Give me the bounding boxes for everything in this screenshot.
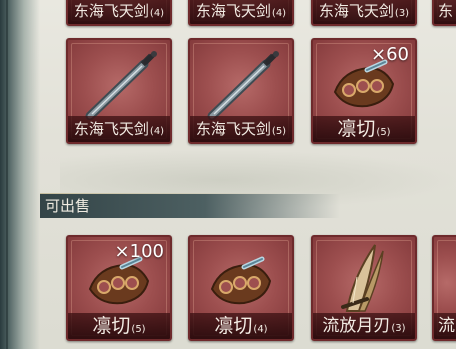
section-title: 可出售 <box>45 197 91 215</box>
item-name: 东 <box>434 0 456 24</box>
item-quantity: ×100 <box>114 241 164 262</box>
item-card[interactable]: 流放月刃(3) <box>311 235 417 341</box>
item-quantity: ×60 <box>371 44 409 65</box>
item-card[interactable]: 东 <box>432 0 456 26</box>
item-name: 东海飞天剑(5) <box>190 116 292 142</box>
sword-icon <box>207 51 279 120</box>
item-name: 流放月刃(3) <box>313 313 415 339</box>
item-name: 凛切(5) <box>313 116 415 142</box>
crescent-blade-icon <box>341 244 384 312</box>
item-card[interactable]: 东海飞天剑(4) <box>66 38 172 144</box>
left-frame-border <box>0 0 40 349</box>
item-name: 东海飞天剑(3) <box>313 0 415 24</box>
item-card[interactable]: ×100 凛切(5) <box>66 235 172 341</box>
knuckle-duster-icon <box>210 256 272 305</box>
item-name: 凛切(5) <box>68 313 170 339</box>
sellable-section-header: 可出售 <box>40 193 340 218</box>
item-card[interactable]: 东海飞天剑(3) <box>311 0 417 26</box>
item-name: 凛切(4) <box>190 313 292 339</box>
item-card[interactable]: 东海飞天剑(4) <box>188 0 294 26</box>
item-name: 流 <box>434 313 456 339</box>
item-name: 东海飞天剑(4) <box>190 0 292 24</box>
item-name: 东海飞天剑(4) <box>68 0 170 24</box>
sword-icon <box>85 51 157 120</box>
item-card[interactable]: 凛切(4) <box>188 235 294 341</box>
item-card[interactable]: 东海飞天剑(5) <box>188 38 294 144</box>
item-card[interactable]: 流 <box>432 235 456 341</box>
item-card[interactable]: ×60 凛切(5) <box>311 38 417 144</box>
item-name: 东海飞天剑(4) <box>68 116 170 142</box>
item-card[interactable]: 东海飞天剑(4) <box>66 0 172 26</box>
